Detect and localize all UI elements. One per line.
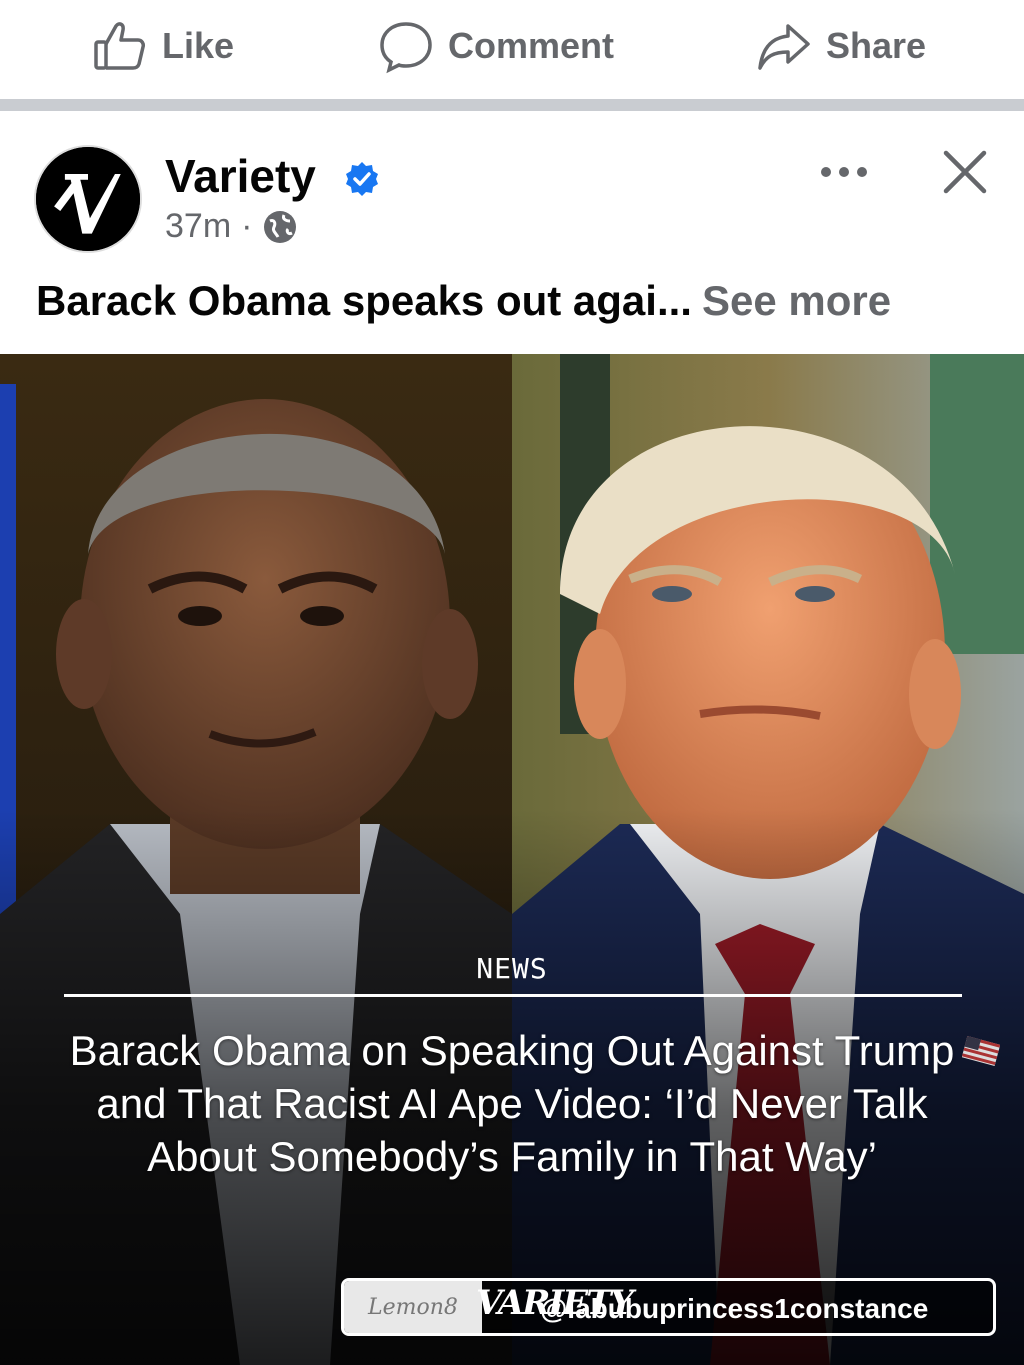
globe-icon	[264, 210, 297, 243]
share-button[interactable]: Share	[756, 16, 926, 76]
post-caption: Barack Obama speaks out agai... See more	[36, 277, 891, 325]
thumbs-up-icon	[94, 22, 145, 70]
image-headline: Barack Obama on Speaking Out Against Tru…	[62, 1024, 962, 1183]
comment-label: Comment	[448, 25, 615, 66]
category-rule	[64, 994, 962, 997]
like-button[interactable]: Like	[92, 16, 234, 76]
watermark-brand: Lemon8	[344, 1281, 482, 1333]
us-flag-icon	[962, 1035, 1000, 1067]
headline-text: Barack Obama on Speaking Out Against Tru…	[69, 1027, 955, 1180]
meta-separator: ·	[241, 207, 253, 245]
page-name[interactable]: Variety	[165, 149, 316, 203]
page-avatar[interactable]	[34, 145, 142, 253]
verified-badge-icon	[346, 162, 378, 196]
share-label: Share	[826, 25, 927, 66]
post-header: Variety 37m · Barack Obama speaks out ag…	[0, 111, 1024, 354]
watermark-handle: @labubuprincess1constance	[540, 1293, 929, 1324]
comment-bubble-icon	[380, 22, 432, 74]
more-options-icon[interactable]	[818, 161, 870, 183]
lemon8-watermark: Lemon8 VARIETY @labubuprincess1constance	[341, 1278, 996, 1336]
comment-button[interactable]: Comment	[378, 16, 614, 76]
variety-logo-icon	[36, 147, 140, 251]
caption-text: Barack Obama speaks out agai...	[36, 277, 692, 324]
news-photo	[0, 354, 1024, 1365]
post-image[interactable]: NEWS Barack Obama on Speaking Out Agains…	[0, 354, 1024, 1365]
share-arrow-icon	[758, 24, 810, 70]
post-action-bar: Like Comment Share	[0, 0, 1024, 100]
category-label: NEWS	[476, 952, 548, 985]
post-meta: 37m ·	[165, 207, 298, 246]
feed-divider	[0, 99, 1024, 111]
post-time: 37m	[165, 207, 232, 245]
see-more-link[interactable]: See more	[702, 277, 891, 324]
like-label: Like	[162, 25, 235, 66]
close-icon[interactable]	[940, 147, 990, 197]
